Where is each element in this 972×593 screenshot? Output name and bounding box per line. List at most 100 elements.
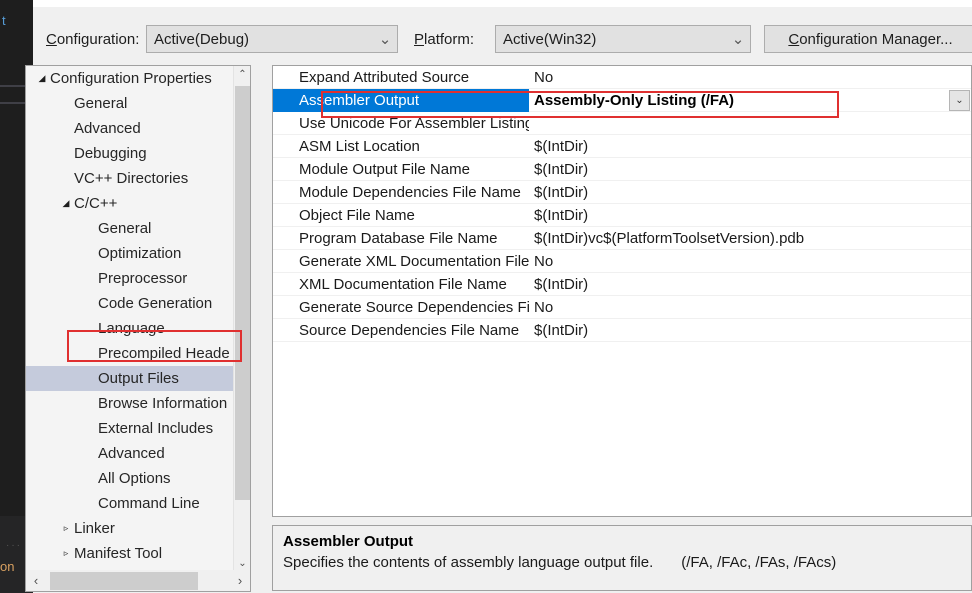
tree-item-general[interactable]: General (26, 91, 233, 116)
tree-item-code-generation[interactable]: Code Generation (26, 291, 233, 316)
tree-horizontal-scrollbar[interactable]: ‹ › (25, 570, 251, 592)
tree-item-vc-directories[interactable]: VC++ Directories (26, 166, 233, 191)
scroll-up-icon[interactable]: ⌃ (234, 66, 250, 83)
property-value-dropdown-button[interactable]: ⌄ (949, 90, 970, 111)
tree-item-c-c[interactable]: ◢ C/C++ (26, 191, 233, 216)
configuration-manager-button[interactable]: Configuration Manager... (764, 25, 972, 53)
tree-item-all-options[interactable]: All Options (26, 466, 233, 491)
dialog-body: Configuration: Active(Debug) ⌄ Platform:… (25, 0, 972, 593)
chevron-down-icon: ⌄ (731, 31, 745, 48)
property-row[interactable]: Program Database File Name $(IntDir)vc$(P… (273, 227, 971, 250)
tree-item-external-includes[interactable]: External Includes (26, 416, 233, 441)
property-grid[interactable]: Expand Attributed Source No Assembler Outp… (272, 65, 972, 517)
property-row[interactable]: ASM List Location $(IntDir) (273, 135, 971, 158)
tree-item-list: ◢ Configuration Properties General Advanced… (26, 66, 233, 572)
configuration-manager-button-label: Configuration Manager... (788, 30, 953, 48)
platform-label: Platform: (414, 31, 475, 48)
property-value[interactable] (529, 112, 971, 135)
dialog-top-edge (33, 0, 972, 7)
property-row[interactable]: Source Dependencies File Name $(IntDir) (273, 319, 971, 342)
property-description-switches: (/FA, /FAc, /FAs, /FAcs) (681, 554, 837, 571)
tree-item-debugging[interactable]: Debugging (26, 141, 233, 166)
configuration-combobox[interactable]: Active(Debug) ⌄ (146, 25, 398, 53)
property-name: Program Database File Name (299, 229, 498, 247)
property-value[interactable]: $(IntDir) (529, 135, 971, 158)
tree-item-manifest-tool[interactable]: ▹ Manifest Tool (26, 541, 233, 566)
property-name: Expand Attributed Source (299, 68, 470, 86)
ide-code-fragment-top: t (2, 13, 6, 28)
property-description-title: Assembler Output (283, 533, 414, 550)
property-name: Module Output File Name (299, 160, 470, 178)
tree-item-language[interactable]: Language (26, 316, 233, 341)
tree-item-label: Code Generation (98, 295, 213, 312)
scroll-right-icon[interactable]: › (230, 571, 250, 591)
platform-combobox[interactable]: Active(Win32) ⌄ (495, 25, 751, 53)
tree-horizontal-scrollbar-thumb[interactable] (50, 571, 198, 590)
scroll-left-icon[interactable]: ‹ (26, 571, 46, 591)
property-value[interactable]: $(IntDir) (529, 273, 971, 296)
property-name: XML Documentation File Name (299, 275, 507, 293)
tree-item-optimization[interactable]: Optimization (26, 241, 233, 266)
property-row[interactable]: Assembler Output Assembly-Only Listing (/… (273, 88, 971, 112)
tree-item-configuration-properties[interactable]: ◢ Configuration Properties (26, 66, 233, 91)
tree-item-label: Debugging (74, 145, 147, 162)
tree-item-general[interactable]: General (26, 216, 233, 241)
tree-item-output-files[interactable]: Output Files (26, 366, 233, 391)
property-row[interactable]: XML Documentation File Name $(IntDir) (273, 273, 971, 296)
property-value[interactable]: $(IntDir) (529, 158, 971, 181)
tree-item-precompiled-heade[interactable]: Precompiled Heade (26, 341, 233, 366)
chevron-down-icon: ⌄ (378, 31, 392, 48)
property-row[interactable]: Generate Source Dependencies File No (273, 296, 971, 319)
property-row[interactable]: Expand Attributed Source No (273, 66, 971, 89)
property-value[interactable]: No (529, 296, 971, 319)
tree-horizontal-scrollbar-track[interactable] (46, 571, 230, 591)
tree-item-label: VC++ Directories (74, 170, 189, 187)
tree-item-label: General (98, 220, 152, 237)
tree-item-label: External Includes (98, 420, 214, 437)
property-value[interactable]: No (529, 250, 971, 273)
tree-item-label: Preprocessor (98, 270, 188, 287)
property-value[interactable]: No (529, 66, 971, 89)
tree-item-advanced[interactable]: Advanced (26, 116, 233, 141)
configuration-properties-tree[interactable]: ◢ Configuration Properties General Advanced… (25, 65, 251, 573)
property-value[interactable]: $(IntDir)vc$(PlatformToolsetVersion).pdb (529, 227, 971, 250)
property-value[interactable]: $(IntDir) (529, 319, 971, 342)
property-row[interactable]: Use Unicode For Assembler Listing (273, 112, 971, 135)
tree-vertical-scrollbar-thumb[interactable] (235, 86, 250, 500)
property-description-panel: Assembler Output Specifies the contents … (272, 525, 972, 591)
property-value[interactable]: $(IntDir) (529, 181, 971, 204)
property-name: Object File Name (299, 206, 415, 224)
tree-item-label: Advanced (98, 445, 165, 462)
configuration-combobox-value: Active(Debug) (154, 30, 250, 48)
property-description-sentence: Specifies the contents of assembly langu… (283, 554, 654, 571)
collapsed-arrow-icon[interactable]: ▹ (58, 548, 74, 559)
tree-item-command-line[interactable]: Command Line (26, 491, 233, 516)
tree-item-preprocessor[interactable]: Preprocessor (26, 266, 233, 291)
ide-code-fragment-bottom: on (0, 559, 15, 574)
property-row[interactable]: Module Dependencies File Name $(IntDir) (273, 181, 971, 204)
tree-item-linker[interactable]: ▹ Linker (26, 516, 233, 541)
property-name: Use Unicode For Assembler Listing (299, 114, 529, 132)
property-value[interactable]: Assembly-Only Listing (/FA) (529, 89, 971, 112)
configuration-toolbar: Configuration: Active(Debug) ⌄ Platform:… (33, 20, 972, 60)
expanded-arrow-icon[interactable]: ◢ (34, 73, 50, 84)
property-row[interactable]: Generate XML Documentation Files No (273, 250, 971, 273)
property-description-text: Specifies the contents of assembly langu… (283, 552, 961, 573)
tree-vertical-scrollbar[interactable]: ⌃ ⌄ (233, 66, 250, 572)
property-name: Generate XML Documentation Files (299, 252, 529, 270)
property-name: Module Dependencies File Name (299, 183, 521, 201)
tree-item-label: Configuration Properties (50, 70, 212, 87)
platform-combobox-value: Active(Win32) (503, 30, 597, 48)
property-value[interactable]: $(IntDir) (529, 204, 971, 227)
collapsed-arrow-icon[interactable]: ▹ (58, 523, 74, 534)
property-row[interactable]: Module Output File Name $(IntDir) (273, 158, 971, 181)
tree-item-label: C/C++ (74, 195, 118, 212)
tree-item-advanced[interactable]: Advanced (26, 441, 233, 466)
tree-item-label: Output Files (98, 370, 179, 387)
tree-item-browse-information[interactable]: Browse Information (26, 391, 233, 416)
expanded-arrow-icon[interactable]: ◢ (58, 198, 74, 209)
tree-item-label: Command Line (98, 495, 200, 512)
property-row[interactable]: Object File Name $(IntDir) (273, 204, 971, 227)
property-name: ASM List Location (299, 137, 420, 155)
tree-item-label: Browse Information (98, 395, 228, 412)
